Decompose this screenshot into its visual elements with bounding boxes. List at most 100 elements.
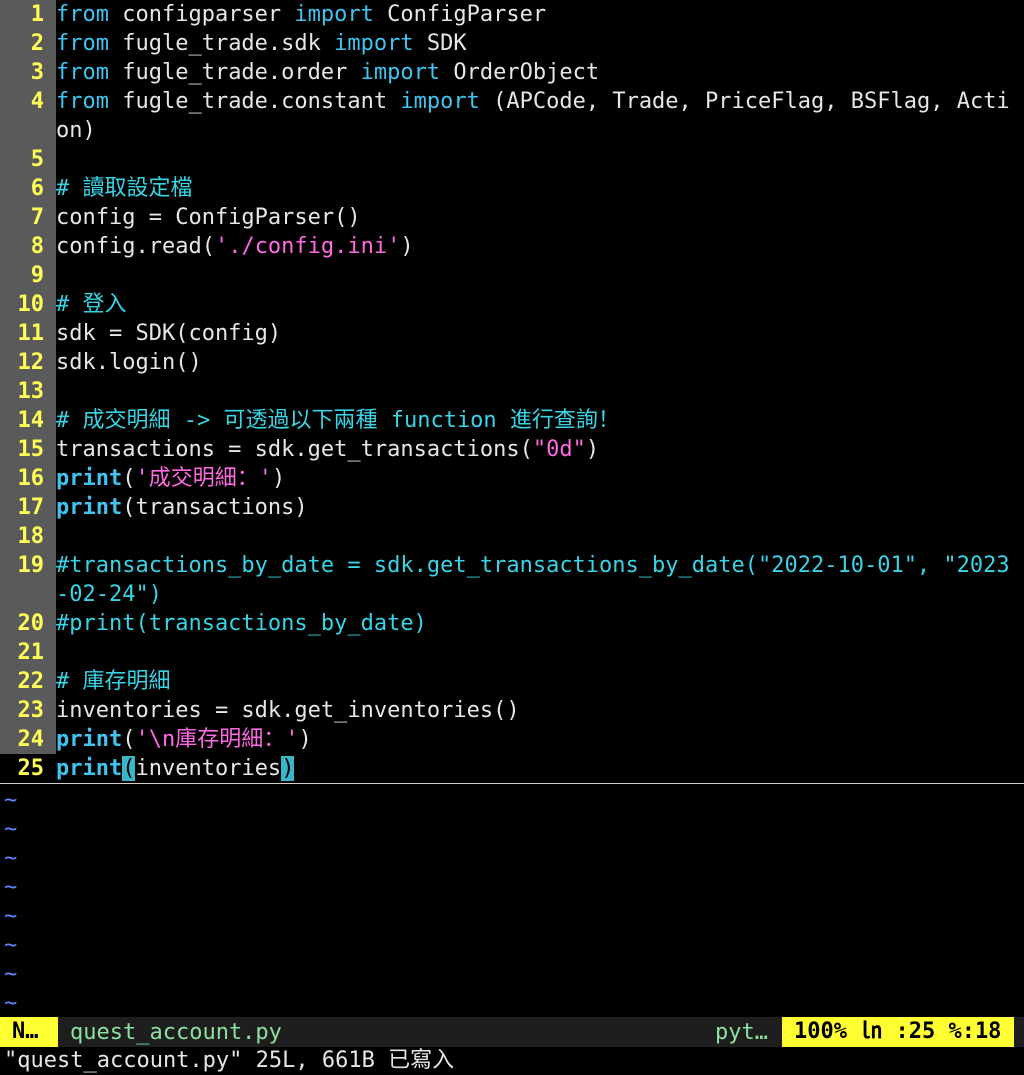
code-text[interactable]: [56, 145, 1024, 174]
code-text[interactable]: sdk.login(): [56, 348, 1024, 377]
code-line[interactable]: 13: [0, 377, 1024, 406]
code-text[interactable]: #transactions_by_date = sdk.get_transact…: [56, 551, 1024, 609]
code-token: SDK: [413, 31, 467, 56]
code-row: [56, 638, 1024, 667]
code-line[interactable]: 18: [0, 522, 1024, 551]
code-line[interactable]: 16 print('成交明細：'): [0, 464, 1024, 493]
code-text[interactable]: config = ConfigParser(): [56, 203, 1024, 232]
code-text[interactable]: print('成交明細：'): [56, 464, 1024, 493]
cursorline-underline: [0, 783, 1024, 784]
code-line[interactable]: 1 from configparser import ConfigParser: [0, 0, 1024, 29]
code-token: # 登入: [56, 292, 127, 317]
code-row: sdk.login(): [56, 348, 1024, 377]
line-number-gutter: 1: [0, 0, 56, 29]
line-number-gutter: 2: [0, 29, 56, 58]
code-line[interactable]: 11 sdk = SDK(config): [0, 319, 1024, 348]
line-number: 12: [17, 350, 45, 375]
code-line[interactable]: 22 # 庫存明細: [0, 667, 1024, 696]
code-row: from fugle_trade.order import OrderObjec…: [56, 58, 1024, 87]
code-line[interactable]: 21: [0, 638, 1024, 667]
code-text[interactable]: [56, 377, 1024, 406]
code-row: [56, 522, 1024, 551]
code-row: [56, 377, 1024, 406]
code-text[interactable]: print('\n庫存明細：'): [56, 725, 1024, 754]
code-text[interactable]: sdk = SDK(config): [56, 319, 1024, 348]
tilde-marker: ~: [4, 962, 18, 987]
line-number: 1: [30, 2, 44, 27]
code-text[interactable]: [56, 638, 1024, 667]
code-text[interactable]: config.read('./config.ini'): [56, 232, 1024, 261]
line-number-gutter: 23: [0, 696, 56, 725]
code-buffer[interactable]: 1 from configparser import ConfigParser 2 f…: [0, 0, 1024, 783]
line-number-gutter: 8: [0, 232, 56, 261]
code-line[interactable]: 9: [0, 261, 1024, 290]
code-line[interactable]: 2 from fugle_trade.sdk import SDK: [0, 29, 1024, 58]
status-filename: quest_account.py: [70, 1019, 282, 1045]
code-line[interactable]: 12 sdk.login(): [0, 348, 1024, 377]
code-token: fugle_trade.constant: [108, 89, 401, 114]
line-number-gutter: 22: [0, 667, 56, 696]
code-token: sdk = SDK(config): [56, 321, 282, 346]
line-number-gutter: 11: [0, 319, 56, 348]
line-number: 6: [30, 176, 44, 201]
code-token: on): [56, 118, 96, 143]
code-text[interactable]: # 庫存明細: [56, 667, 1024, 696]
code-line[interactable]: 5: [0, 145, 1024, 174]
status-line: N… quest_account.py pyt… 100% ㏑ :25 %:18: [0, 1017, 1024, 1047]
code-token: sdk.login(): [56, 350, 202, 375]
code-token: ): [298, 727, 312, 752]
code-token: ConfigParser: [373, 2, 547, 27]
code-line[interactable]: 7 config = ConfigParser(): [0, 203, 1024, 232]
code-token: import: [400, 89, 480, 114]
command-message-line: "quest_account.py" 25L, 661B 已寫入: [4, 1048, 455, 1073]
code-text[interactable]: transactions = sdk.get_transactions("0d"…: [56, 435, 1024, 464]
code-row: transactions = sdk.get_transactions("0d"…: [56, 435, 1024, 464]
code-line[interactable]: 24 print('\n庫存明細：'): [0, 725, 1024, 754]
code-text[interactable]: [56, 261, 1024, 290]
code-line[interactable]: 4 from fugle_trade.constant import (APCod…: [0, 87, 1024, 145]
code-text[interactable]: from fugle_trade.order import OrderObjec…: [56, 58, 1024, 87]
line-number-gutter: 16: [0, 464, 56, 493]
code-line[interactable]: 3 from fugle_trade.order import OrderObje…: [0, 58, 1024, 87]
code-line[interactable]: 14 # 成交明細 -> 可透過以下兩種 function 進行查詢！: [0, 406, 1024, 435]
vim-editor[interactable]: 1 from configparser import ConfigParser 2 f…: [0, 0, 1024, 1075]
code-token: #transactions_by_date = sdk.get_transact…: [56, 553, 1010, 578]
code-line[interactable]: 23 inventories = sdk.get_inventories(): [0, 696, 1024, 725]
code-line[interactable]: 15 transactions = sdk.get_transactions("0…: [0, 435, 1024, 464]
code-text[interactable]: from fugle_trade.constant import (APCode…: [56, 87, 1024, 145]
line-number: 2: [30, 31, 44, 56]
code-text[interactable]: inventories = sdk.get_inventories(): [56, 696, 1024, 725]
code-text[interactable]: # 登入: [56, 290, 1024, 319]
code-text[interactable]: # 讀取設定檔: [56, 174, 1024, 203]
code-text[interactable]: print(inventories): [56, 754, 1024, 783]
code-row: # 庫存明細: [56, 667, 1024, 696]
line-number: 17: [17, 495, 45, 520]
code-token: inventories: [135, 756, 282, 781]
code-row: from configparser import ConfigParser: [56, 0, 1024, 29]
code-line[interactable]: 17 print(transactions): [0, 493, 1024, 522]
code-line[interactable]: 19 #transactions_by_date = sdk.get_transa…: [0, 551, 1024, 609]
code-line[interactable]: 25 print(inventories): [0, 754, 1024, 783]
code-text[interactable]: [56, 522, 1024, 551]
code-text[interactable]: from configparser import ConfigParser: [56, 0, 1024, 29]
line-number-gutter: 7: [0, 203, 56, 232]
code-token: import: [334, 31, 414, 56]
code-line[interactable]: 20 #print(transactions_by_date): [0, 609, 1024, 638]
code-line[interactable]: 6 # 讀取設定檔: [0, 174, 1024, 203]
code-token: '\n庫存明細：': [135, 727, 299, 752]
code-token: #print(transactions_by_date): [56, 611, 427, 636]
line-number-gutter: 25: [0, 754, 56, 783]
code-row: # 登入: [56, 290, 1024, 319]
code-text[interactable]: # 成交明細 -> 可透過以下兩種 function 進行查詢！: [56, 406, 1024, 435]
code-token: from: [56, 2, 109, 27]
code-token: (APCode, Trade, PriceFlag, BSFlag, Acti: [479, 89, 1010, 114]
code-text[interactable]: from fugle_trade.sdk import SDK: [56, 29, 1024, 58]
line-number: 19: [17, 553, 45, 578]
code-row: # 成交明細 -> 可透過以下兩種 function 進行查詢！: [56, 406, 1024, 435]
code-text[interactable]: print(transactions): [56, 493, 1024, 522]
code-text[interactable]: #print(transactions_by_date): [56, 609, 1024, 638]
code-line[interactable]: 8 config.read('./config.ini'): [0, 232, 1024, 261]
code-row: print('\n庫存明細：'): [56, 725, 1024, 754]
code-line[interactable]: 10 # 登入: [0, 290, 1024, 319]
code-token: fugle_trade.order: [108, 60, 361, 85]
